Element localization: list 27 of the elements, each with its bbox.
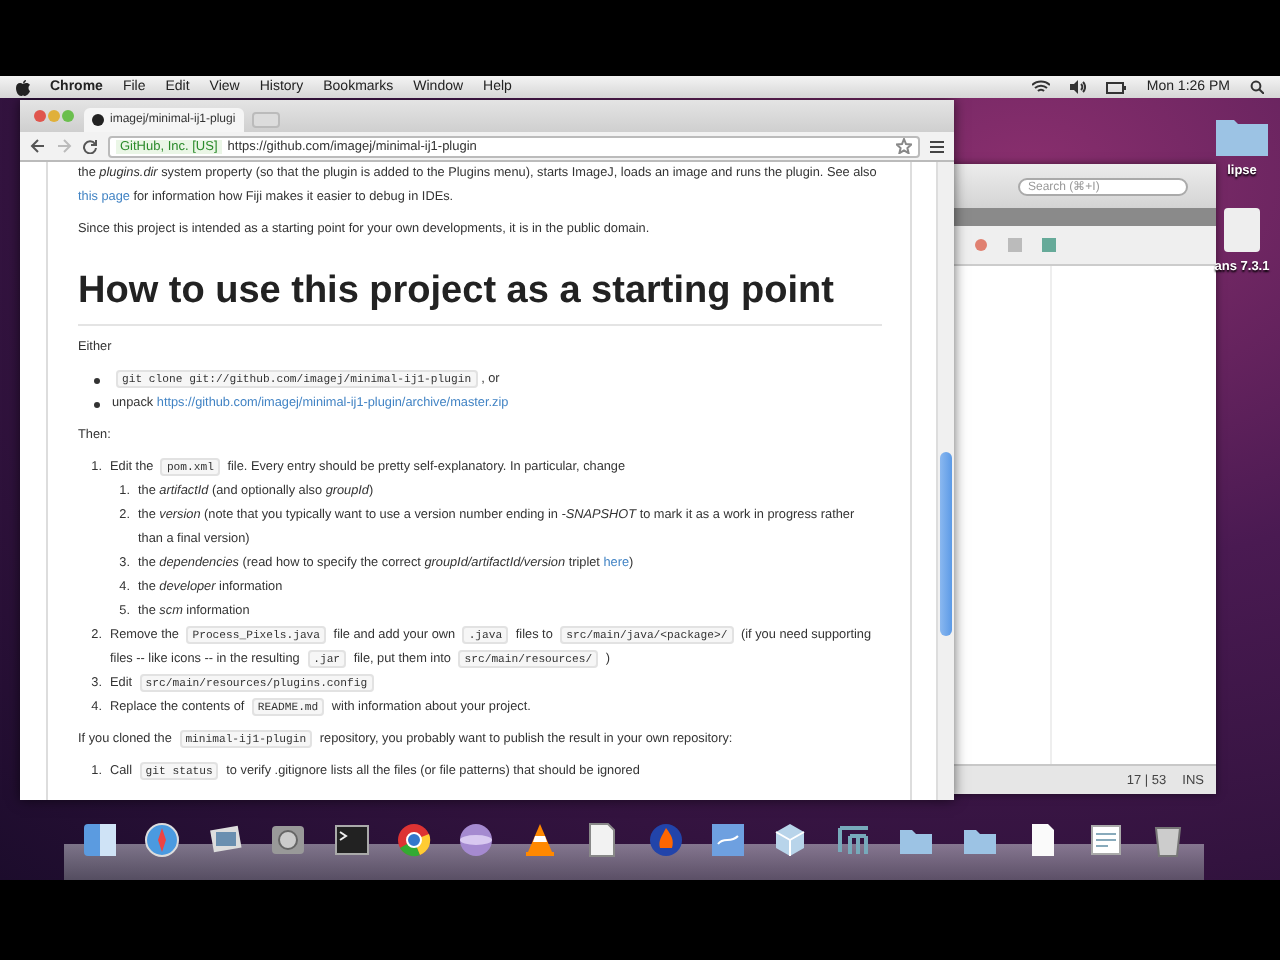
scroll-thumb[interactable]	[940, 452, 952, 636]
wifi-icon[interactable]	[1032, 80, 1051, 94]
folder-icon[interactable]	[1214, 114, 1270, 158]
browser-icon[interactable]	[394, 820, 435, 860]
compass-icon[interactable]	[142, 820, 183, 860]
gear-icon[interactable]	[268, 820, 309, 860]
site-icon	[92, 114, 104, 126]
battery-icon[interactable]	[1106, 81, 1127, 93]
terminal-icon[interactable]	[331, 820, 372, 860]
scrollbar[interactable]	[936, 162, 954, 800]
bullet-icon	[94, 402, 100, 408]
search-icon[interactable]	[1250, 80, 1264, 94]
document-icon[interactable]	[1085, 820, 1125, 860]
reload-icon[interactable]	[82, 138, 98, 154]
section-heading: How to use this project as a starting point	[78, 270, 882, 326]
speaker-icon[interactable]	[1070, 80, 1087, 94]
window-controls-icon[interactable]	[32, 108, 76, 124]
menu-icon[interactable]	[930, 139, 944, 153]
star-icon[interactable]	[896, 138, 912, 154]
finder-icon[interactable]	[80, 820, 120, 860]
apple-logo-icon[interactable]	[16, 79, 30, 95]
sphere-icon[interactable]	[456, 820, 497, 860]
back-icon[interactable]	[30, 138, 46, 154]
flame-icon[interactable]	[645, 820, 686, 860]
drive-icon[interactable]	[1222, 206, 1262, 254]
bullet-icon	[94, 378, 100, 384]
grid-logo-icon[interactable]	[833, 820, 874, 860]
